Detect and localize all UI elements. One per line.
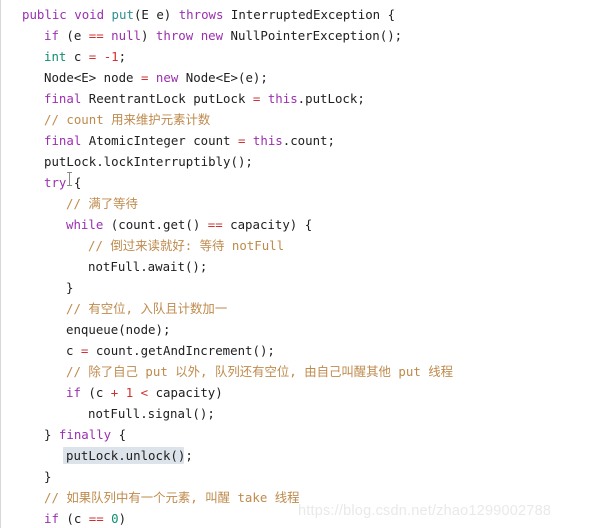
code-token-kw: throws — [178, 7, 224, 22]
code-token-pl: ) — [141, 28, 156, 43]
code-line[interactable]: // 有空位, 入队且计数加一 — [0, 298, 595, 319]
text-caret — [67, 172, 72, 186]
code-token-pl: InterruptedException { — [223, 7, 396, 22]
code-token-pl: enqueue(node); — [66, 322, 171, 337]
code-token-pl: NullPointerException(); — [223, 28, 403, 43]
code-token-kw: this — [267, 91, 298, 106]
code-token-pl: c — [66, 49, 89, 64]
code-token-num: -1 — [103, 49, 119, 64]
code-token-pl: putLock.unlock(); — [66, 448, 193, 463]
code-line[interactable]: int c = -1; — [0, 46, 595, 67]
code-token-op: == — [88, 28, 104, 43]
code-token-pl: Node<E> node — [44, 70, 141, 85]
code-token-kw: while — [66, 217, 104, 232]
code-token-kw: null — [111, 28, 141, 43]
code-token-kw: final — [44, 91, 82, 106]
code-token-pl: (e — [58, 28, 89, 43]
code-screenshot: public void put(E e) throws InterruptedE… — [0, 0, 595, 528]
code-token-kw: try — [44, 175, 67, 190]
code-line[interactable]: // count 用来维护元素计数 — [0, 109, 595, 130]
code-token-kw: final — [44, 133, 82, 148]
code-line[interactable]: } — [0, 466, 595, 487]
csdn-watermark: https://blog.csdn.net/zhao1299002788 — [298, 503, 552, 519]
code-line[interactable]: putLock.unlock(); — [0, 445, 595, 466]
code-line[interactable]: Node<E> node = new Node<E>(e); — [0, 67, 595, 88]
code-line[interactable]: } finally { — [0, 424, 595, 445]
code-token-kw: if — [44, 28, 59, 43]
code-token-pl: notFull.signal(); — [88, 406, 215, 421]
code-token-kw: void — [74, 7, 105, 22]
code-line[interactable]: c = count.getAndIncrement(); — [0, 340, 595, 361]
code-line[interactable]: } — [0, 277, 595, 298]
code-token-cm: // 如果队列中有一个元素, 叫醒 take 线程 — [44, 490, 300, 505]
code-token-fn: put — [111, 7, 134, 22]
code-token-typ: 0 — [111, 511, 119, 526]
code-token-pl: capacity) { — [222, 217, 313, 232]
code-token-pl: .count; — [282, 133, 335, 148]
code-token-op: == — [88, 511, 104, 526]
code-token-pl: count.getAndIncrement(); — [88, 343, 275, 358]
code-token-kw: public — [22, 7, 67, 22]
code-token-pl: c — [66, 343, 81, 358]
code-token-pl: (count.get() — [103, 217, 208, 232]
code-token-kw: throw — [155, 28, 194, 43]
code-line[interactable]: // 倒过来读就好: 等待 notFull — [0, 235, 595, 256]
code-token-pl: capacity) — [148, 385, 223, 400]
code-token-pl: { — [111, 427, 127, 442]
code-line[interactable]: putLock.lockInterruptibly(); — [0, 151, 595, 172]
code-line[interactable]: notFull.signal(); — [0, 403, 595, 424]
code-token-pl: putLock.lockInterruptibly(); — [44, 154, 253, 169]
code-token-cm: // 满了等待 — [66, 196, 138, 211]
code-token-pl: } — [44, 427, 59, 442]
code-token-pl: ReentrantLock putLock — [81, 91, 253, 106]
code-token-pl: } — [66, 280, 74, 295]
code-token-kw: if — [44, 511, 59, 526]
code-line[interactable]: public void put(E e) throws InterruptedE… — [0, 4, 595, 25]
code-token-cm: // 除了自己 put 以外, 队列还有空位, 由自己叫醒其他 put 线程 — [66, 364, 454, 379]
code-token-typ: int — [44, 49, 67, 64]
code-token-pl: .putLock; — [297, 91, 365, 106]
code-line[interactable]: notFull.await(); — [0, 256, 595, 277]
code-line[interactable]: while (count.get() == capacity) { — [0, 214, 595, 235]
code-token-pl: notFull.await(); — [88, 259, 208, 274]
code-block[interactable]: public void put(E e) throws InterruptedE… — [0, 4, 595, 528]
code-token-pl: ) — [118, 511, 127, 526]
code-token-pl: (E e) — [133, 7, 179, 22]
code-line[interactable]: if (c + 1 < capacity) — [0, 382, 595, 403]
code-line[interactable]: // 满了等待 — [0, 193, 595, 214]
code-line[interactable]: final AtomicInteger count = this.count; — [0, 130, 595, 151]
code-token-pl: (c — [80, 385, 111, 400]
code-token-pl: ; — [118, 49, 127, 64]
code-token-kw: finally — [58, 427, 112, 442]
code-line[interactable]: if (e == null) throw new NullPointerExce… — [0, 25, 595, 46]
code-line[interactable]: final ReentrantLock putLock = this.putLo… — [0, 88, 595, 109]
code-line[interactable]: enqueue(node); — [0, 319, 595, 340]
code-token-kw: this — [252, 133, 283, 148]
code-token-kw: new — [200, 28, 224, 43]
code-line[interactable]: // 除了自己 put 以外, 队列还有空位, 由自己叫醒其他 put 线程 — [0, 361, 595, 382]
code-token-cm: // 倒过来读就好: 等待 notFull — [88, 238, 285, 253]
code-token-pl: Node<E>(e); — [178, 70, 268, 85]
code-token-cm: // 有空位, 入队且计数加一 — [66, 301, 228, 316]
code-token-op: == — [207, 217, 223, 232]
code-token-kw: if — [66, 385, 81, 400]
code-token-pl: (c — [58, 511, 89, 526]
code-token-pl: AtomicInteger count — [81, 133, 238, 148]
code-token-cm: // count 用来维护元素计数 — [44, 112, 211, 127]
code-token-op: < — [140, 385, 149, 400]
code-line[interactable]: try { — [0, 172, 595, 193]
code-token-pl: } — [44, 469, 52, 484]
code-token-kw: new — [155, 70, 179, 85]
